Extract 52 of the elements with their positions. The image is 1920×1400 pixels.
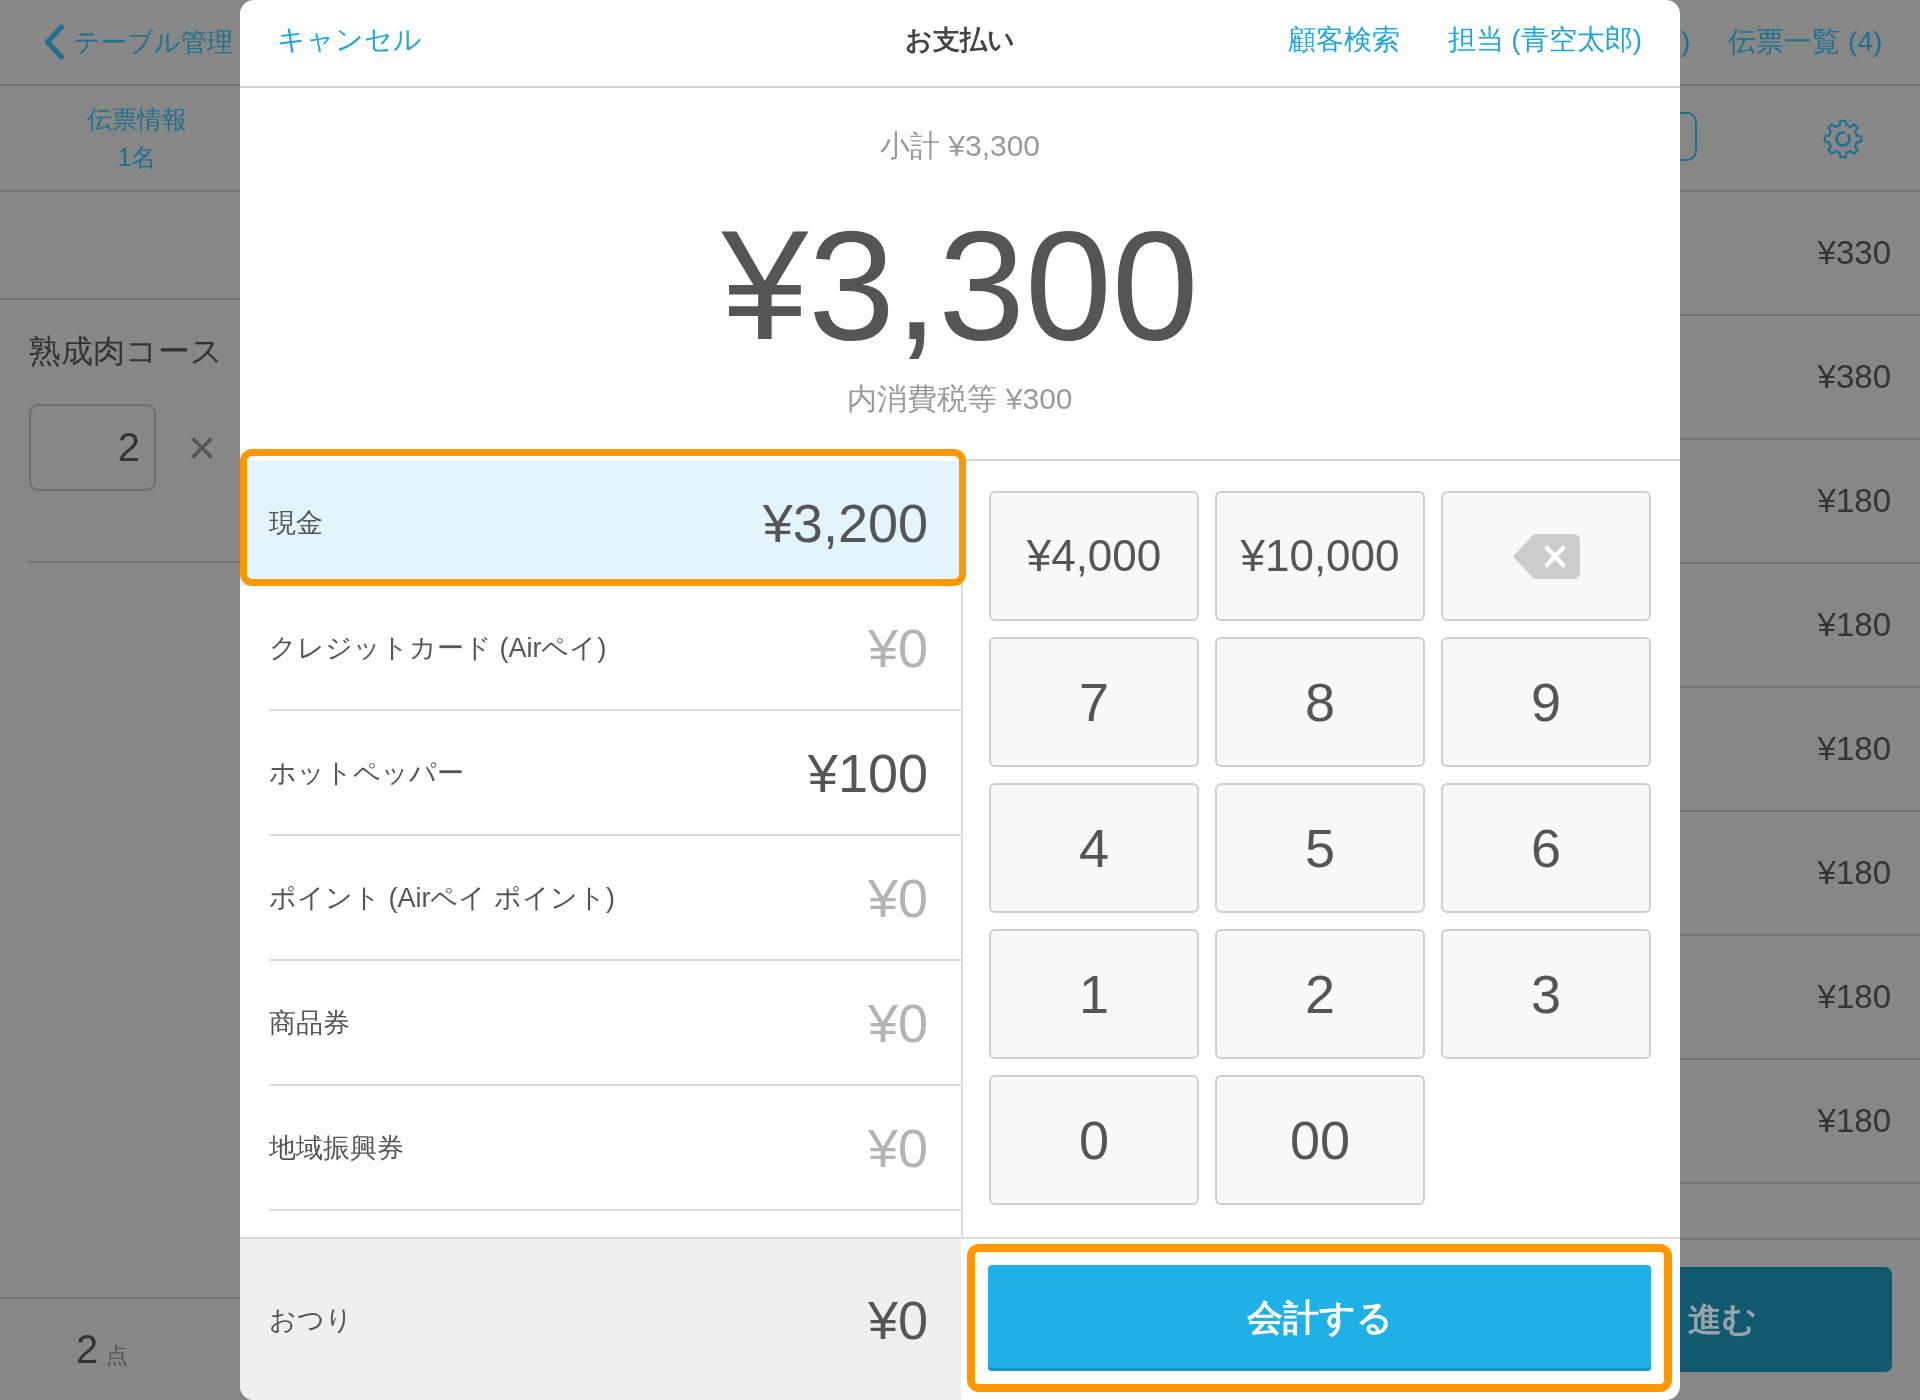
method-name: 現金 [269,506,323,540]
change-label: おつり [269,1303,353,1337]
item-price: ¥180 [1817,730,1891,768]
payment-method-row[interactable]: 地域振興券 ¥0 [269,1086,961,1211]
payment-method-row[interactable]: 商品券 ¥0 [269,961,961,1086]
tax-text: 内消費税等 ¥300 [847,381,1073,417]
text-fragment: ) [1681,26,1691,58]
digit-key[interactable]: 8 [1215,637,1425,767]
item-price: ¥180 [1817,978,1891,1016]
digit-key[interactable]: 6 [1441,783,1651,913]
item-price: ¥180 [1817,854,1891,892]
payment-method-row[interactable]: ホットペッパー ¥100 [269,711,961,836]
digit-key[interactable]: 00 [1215,1075,1425,1205]
digit-key[interactable]: 9 [1441,637,1651,767]
digit-key[interactable]: 1 [989,929,1199,1059]
payment-method-row[interactable]: 現金 ¥3,200 [240,461,961,586]
item-price: ¥180 [1817,606,1891,644]
item-price: ¥380 [1817,358,1891,396]
subtotal-text: 小計 ¥3,300 [879,128,1041,164]
digit-key[interactable]: 7 [989,637,1199,767]
item-price: ¥180 [1817,1102,1891,1140]
digit-key[interactable]: 2 [1215,929,1425,1059]
method-name: 商品券 [269,1006,350,1040]
backspace-icon [1512,533,1580,579]
payment-method-row[interactable]: クレジットカード (Airペイ) ¥0 [269,586,961,711]
method-amount: ¥0 [867,991,928,1054]
total-amount: ¥3,300 [721,200,1199,370]
digit-key[interactable]: 3 [1441,929,1651,1059]
method-name: クレジットカード (Airペイ) [269,631,607,665]
digit-key[interactable]: 0 [989,1075,1199,1205]
digit-key[interactable]: 4 [989,783,1199,913]
payment-method-row[interactable]: ポイント (Airペイ ポイント) ¥0 [269,836,961,961]
backspace-key[interactable] [1441,491,1651,621]
amount-key[interactable]: ¥4,000 [989,491,1199,621]
item-price: ¥330 [1817,234,1891,272]
chevron-left-icon [43,24,65,60]
amount-key[interactable]: ¥10,000 [1215,491,1425,621]
change-amount: ¥0 [867,1288,928,1351]
settings-icon[interactable] [1823,119,1863,159]
method-name: ホットペッパー [269,756,464,790]
method-amount: ¥0 [867,866,928,929]
digit-key[interactable]: 5 [1215,783,1425,913]
item-price: ¥180 [1817,482,1891,520]
method-amount: ¥0 [867,1116,928,1179]
quantity-field[interactable]: 2 [29,404,156,491]
dialog-title: お支払い [904,24,1015,57]
method-amount: ¥100 [807,741,928,804]
method-amount: ¥0 [867,616,928,679]
method-name: ポイント (Airペイ ポイント) [269,881,615,915]
method-amount: ¥3,200 [762,491,928,554]
item-name: 熟成肉コース [29,332,224,370]
method-name: 地域振興券 [269,1131,404,1165]
